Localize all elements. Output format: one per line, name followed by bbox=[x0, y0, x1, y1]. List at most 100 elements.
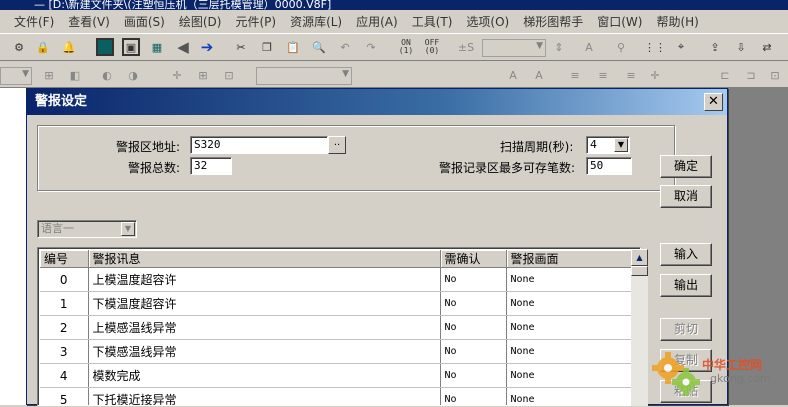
table-row[interactable]: 5 下托模近接异常 No None bbox=[40, 387, 633, 405]
grid-dots-icon[interactable]: ⋮⋮ bbox=[644, 38, 666, 56]
cell-screen[interactable]: None bbox=[506, 339, 633, 364]
grid-icon[interactable]: ▦ bbox=[148, 38, 166, 56]
cut-icon[interactable]: ✂ bbox=[232, 38, 250, 56]
size-combo[interactable] bbox=[256, 67, 352, 85]
snap-icon[interactable]: ⊡ bbox=[220, 66, 238, 84]
back-icon[interactable]: ◀ bbox=[174, 38, 192, 56]
cancel-button[interactable]: 取消 bbox=[660, 185, 712, 208]
close-icon[interactable]: ✕ bbox=[704, 93, 723, 111]
chevron-down-icon[interactable]: ▼ bbox=[614, 138, 628, 152]
export-button[interactable]: 输出 bbox=[660, 274, 712, 297]
col-header-confirm[interactable]: 需确认 bbox=[440, 250, 507, 268]
col-header-screen[interactable]: 警报画面 bbox=[506, 250, 633, 268]
screen-icon[interactable] bbox=[96, 38, 114, 56]
table-row[interactable]: 3 下模感温线异常 No None bbox=[40, 339, 633, 364]
cell-confirm[interactable]: No bbox=[440, 387, 507, 405]
align-icon[interactable]: ⊞ bbox=[40, 66, 58, 84]
group-icon[interactable]: ◐ bbox=[98, 66, 116, 84]
cell-screen[interactable]: None bbox=[506, 267, 633, 292]
cell-message[interactable]: 模数完成 bbox=[88, 363, 441, 388]
cell-message[interactable]: 上模感温线异常 bbox=[88, 315, 441, 340]
font-size-icon[interactable]: A bbox=[504, 66, 522, 84]
cross-icon[interactable]: ✛ bbox=[168, 66, 186, 84]
ungroup-icon[interactable]: ◑ bbox=[124, 66, 142, 84]
text-color-icon[interactable]: A bbox=[530, 66, 548, 84]
cell-screen[interactable]: None bbox=[506, 315, 633, 340]
address-input[interactable]: S320 bbox=[190, 136, 328, 154]
table-scrollbar[interactable]: ▲ bbox=[631, 249, 648, 406]
table-row[interactable]: 2 上模感温线异常 No None bbox=[40, 315, 633, 340]
cell-screen[interactable]: None bbox=[506, 363, 633, 388]
scroll-thumb[interactable] bbox=[631, 266, 648, 276]
forward-icon[interactable]: ➔ bbox=[198, 38, 216, 56]
plus-icon[interactable]: ✛ bbox=[646, 66, 664, 84]
col-header-message[interactable]: 警报讯息 bbox=[88, 250, 441, 268]
plus-minus-button[interactable]: ±S bbox=[454, 38, 478, 56]
find-icon[interactable]: 🔍 bbox=[310, 38, 328, 56]
address-browse-button[interactable]: .. bbox=[328, 136, 346, 154]
cell-id[interactable]: 5 bbox=[40, 387, 89, 405]
menu-item[interactable]: 画面(S) bbox=[124, 13, 165, 30]
upload-icon[interactable]: ⇪ bbox=[706, 38, 724, 56]
redo-icon[interactable]: ↷ bbox=[362, 38, 380, 56]
cell-id[interactable]: 3 bbox=[40, 339, 89, 364]
cell-confirm[interactable]: No bbox=[440, 315, 507, 340]
cell-confirm[interactable]: No bbox=[440, 267, 507, 292]
cell-id[interactable]: 1 bbox=[40, 291, 89, 316]
cell-id[interactable]: 0 bbox=[40, 267, 89, 292]
menu-item[interactable]: 工具(T) bbox=[412, 13, 453, 30]
cell-id[interactable]: 4 bbox=[40, 363, 89, 388]
align-right-icon[interactable]: ≡ bbox=[622, 66, 640, 84]
ladder-edit-icon[interactable]: ⊐ bbox=[742, 66, 760, 84]
cell-id[interactable]: 2 bbox=[40, 315, 89, 340]
cut-button[interactable]: 剪切 bbox=[660, 318, 712, 341]
scroll-up-icon[interactable]: ▲ bbox=[631, 249, 648, 266]
window-icon[interactable]: ▣ bbox=[122, 38, 140, 56]
cell-confirm[interactable]: No bbox=[440, 363, 507, 388]
copy-icon[interactable]: ❐ bbox=[258, 38, 276, 56]
crosshair-icon[interactable]: ⌖ bbox=[672, 38, 690, 56]
table-row[interactable]: 4 模数完成 No None bbox=[40, 363, 633, 388]
download-icon[interactable]: ⇩ bbox=[732, 38, 750, 56]
menu-item[interactable]: 绘图(D) bbox=[179, 13, 222, 30]
total-input[interactable]: 32 bbox=[190, 157, 232, 175]
align-center-icon[interactable]: ≡ bbox=[594, 66, 612, 84]
cell-message[interactable]: 下托模近接异常 bbox=[88, 387, 441, 405]
ladder-icon[interactable]: ⊏ bbox=[716, 66, 734, 84]
scan-period-select[interactable]: 4 ▼ bbox=[586, 136, 630, 154]
bell-icon[interactable]: 🔔 bbox=[60, 38, 78, 56]
spin-icon[interactable]: ⇕ bbox=[550, 38, 568, 56]
language-select[interactable]: 语言一 ▼ bbox=[37, 220, 137, 238]
on-button[interactable]: ON (1) bbox=[394, 38, 418, 56]
max-records-input[interactable]: 50 bbox=[586, 157, 632, 175]
table-row[interactable]: 1 下模温度超容许 No None bbox=[40, 291, 633, 316]
menu-item[interactable]: 应用(A) bbox=[356, 13, 398, 30]
pin-icon[interactable]: ⚲ bbox=[612, 38, 630, 56]
menu-item[interactable]: 查看(V) bbox=[68, 13, 110, 30]
chevron-down-icon[interactable]: ▼ bbox=[121, 222, 135, 236]
toolbar-combo[interactable] bbox=[482, 39, 546, 57]
undo-icon[interactable]: ↶ bbox=[336, 38, 354, 56]
transfer-icon[interactable]: ⇄ bbox=[758, 38, 776, 56]
cell-message[interactable]: 上模温度超容许 bbox=[88, 267, 441, 292]
menu-item[interactable]: 文件(F) bbox=[14, 13, 54, 30]
cell-confirm[interactable]: No bbox=[440, 339, 507, 364]
text-box-icon[interactable]: A bbox=[580, 38, 598, 56]
table-icon[interactable]: ⊞ bbox=[194, 66, 212, 84]
off-button[interactable]: OFF (0) bbox=[420, 38, 444, 56]
cell-screen[interactable]: None bbox=[506, 387, 633, 405]
cell-message[interactable]: 下模感温线异常 bbox=[88, 339, 441, 364]
cell-message[interactable]: 下模温度超容许 bbox=[88, 291, 441, 316]
lock-icon[interactable]: 🔒 bbox=[34, 38, 52, 56]
ladder-run-icon[interactable]: ⊡ bbox=[766, 66, 784, 84]
import-button[interactable]: 输入 bbox=[660, 243, 712, 266]
table-row[interactable]: 0 上模温度超容许 No None bbox=[40, 267, 633, 292]
layer-icon[interactable]: ◧ bbox=[66, 66, 84, 84]
menu-item[interactable]: 选项(O) bbox=[466, 13, 509, 30]
cell-screen[interactable]: None bbox=[506, 291, 633, 316]
align-left-icon[interactable]: ≡ bbox=[566, 66, 584, 84]
ok-button[interactable]: 确定 bbox=[660, 155, 712, 178]
cell-confirm[interactable]: No bbox=[440, 291, 507, 316]
col-header-id[interactable]: 编号 bbox=[40, 250, 89, 268]
menu-item[interactable]: 帮助(H) bbox=[656, 13, 698, 30]
